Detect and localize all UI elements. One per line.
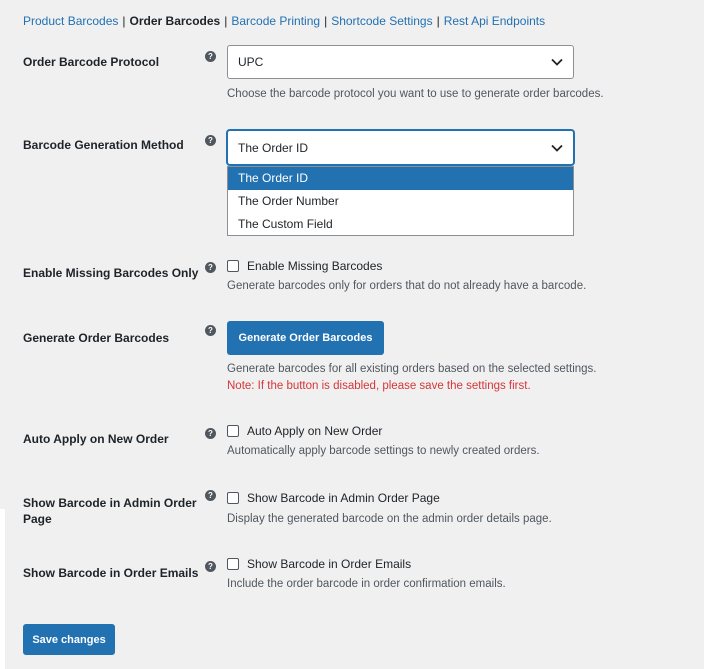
admin-page-checkbox-label[interactable]: Show Barcode in Admin Order Page xyxy=(247,491,440,505)
emails-checkbox-label[interactable]: Show Barcode in Order Emails xyxy=(247,557,411,571)
dropdown-option-order-number[interactable]: The Order Number xyxy=(228,190,573,213)
subnav-rest-api-endpoints[interactable]: Rest Api Endpoints xyxy=(444,14,545,28)
admin-page-label-line2: Page xyxy=(23,512,52,526)
protocol-label: Order Barcode Protocol xyxy=(23,55,160,69)
help-icon[interactable]: ? xyxy=(205,490,216,501)
help-icon[interactable]: ? xyxy=(205,135,216,146)
chevron-down-icon xyxy=(551,58,563,66)
protocol-select-value: UPC xyxy=(238,55,264,69)
admin-page-checkbox-row[interactable]: Show Barcode in Admin Order Page xyxy=(227,490,440,506)
missing-label: Enable Missing Barcodes Only xyxy=(23,266,199,280)
generate-note: Note: If the button is disabled, please … xyxy=(227,380,531,392)
auto-apply-checkbox[interactable] xyxy=(227,425,239,437)
generation-select-value: The Order ID xyxy=(238,140,309,155)
admin-page-description: Display the generated barcode on the adm… xyxy=(227,513,552,525)
missing-checkbox[interactable] xyxy=(227,260,239,272)
settings-subnav: Product Barcodes | Order Barcodes | Barcode … xyxy=(23,14,545,28)
missing-checkbox-label[interactable]: Enable Missing Barcodes xyxy=(247,259,382,273)
missing-description: Generate barcodes only for orders that d… xyxy=(227,280,587,292)
help-icon[interactable]: ? xyxy=(205,51,216,62)
subnav-separator: | xyxy=(436,14,440,28)
subnav-separator: | xyxy=(324,14,328,28)
help-icon[interactable]: ? xyxy=(205,325,216,336)
page-edge xyxy=(0,509,5,669)
generation-label: Barcode Generation Method xyxy=(23,138,184,152)
admin-page-checkbox[interactable] xyxy=(227,492,239,504)
dropdown-option-custom-field[interactable]: The Custom Field xyxy=(228,213,573,236)
dropdown-option-order-id[interactable]: The Order ID xyxy=(228,167,573,190)
generation-select[interactable]: The Order ID xyxy=(227,130,574,165)
emails-checkbox[interactable] xyxy=(227,558,239,570)
subnav-barcode-printing[interactable]: Barcode Printing xyxy=(231,14,320,28)
auto-apply-checkbox-label[interactable]: Auto Apply on New Order xyxy=(247,424,382,438)
subnav-separator: | xyxy=(122,14,126,28)
admin-page-label-line1: Show Barcode in Admin Order xyxy=(23,496,197,510)
generate-description: Generate barcodes for all existing order… xyxy=(227,363,597,375)
admin-page-label: Show Barcode in Admin Order Page xyxy=(23,495,197,527)
auto-apply-checkbox-row[interactable]: Auto Apply on New Order xyxy=(227,423,382,439)
generate-label: Generate Order Barcodes xyxy=(23,331,170,345)
missing-checkbox-row[interactable]: Enable Missing Barcodes xyxy=(227,258,382,274)
protocol-description: Choose the barcode protocol you want to … xyxy=(227,88,604,100)
subnav-product-barcodes[interactable]: Product Barcodes xyxy=(23,14,118,28)
help-icon[interactable]: ? xyxy=(205,561,216,572)
generate-order-barcodes-button[interactable]: Generate Order Barcodes xyxy=(227,321,384,355)
protocol-select[interactable]: UPC xyxy=(227,45,574,79)
emails-description: Include the order barcode in order confi… xyxy=(227,578,506,590)
generation-dropdown-list: The Order ID The Order Number The Custom… xyxy=(227,166,574,236)
chevron-down-icon xyxy=(551,144,563,152)
subnav-separator: | xyxy=(224,14,228,28)
auto-apply-label: Auto Apply on New Order xyxy=(23,432,169,446)
emails-label: Show Barcode in Order Emails xyxy=(23,566,199,580)
subnav-order-barcodes[interactable]: Order Barcodes xyxy=(130,14,221,28)
emails-checkbox-row[interactable]: Show Barcode in Order Emails xyxy=(227,556,411,572)
help-icon[interactable]: ? xyxy=(205,428,216,439)
help-icon[interactable]: ? xyxy=(205,262,216,273)
save-changes-button[interactable]: Save changes xyxy=(23,624,115,655)
subnav-shortcode-settings[interactable]: Shortcode Settings xyxy=(331,14,432,28)
auto-apply-description: Automatically apply barcode settings to … xyxy=(227,445,540,457)
